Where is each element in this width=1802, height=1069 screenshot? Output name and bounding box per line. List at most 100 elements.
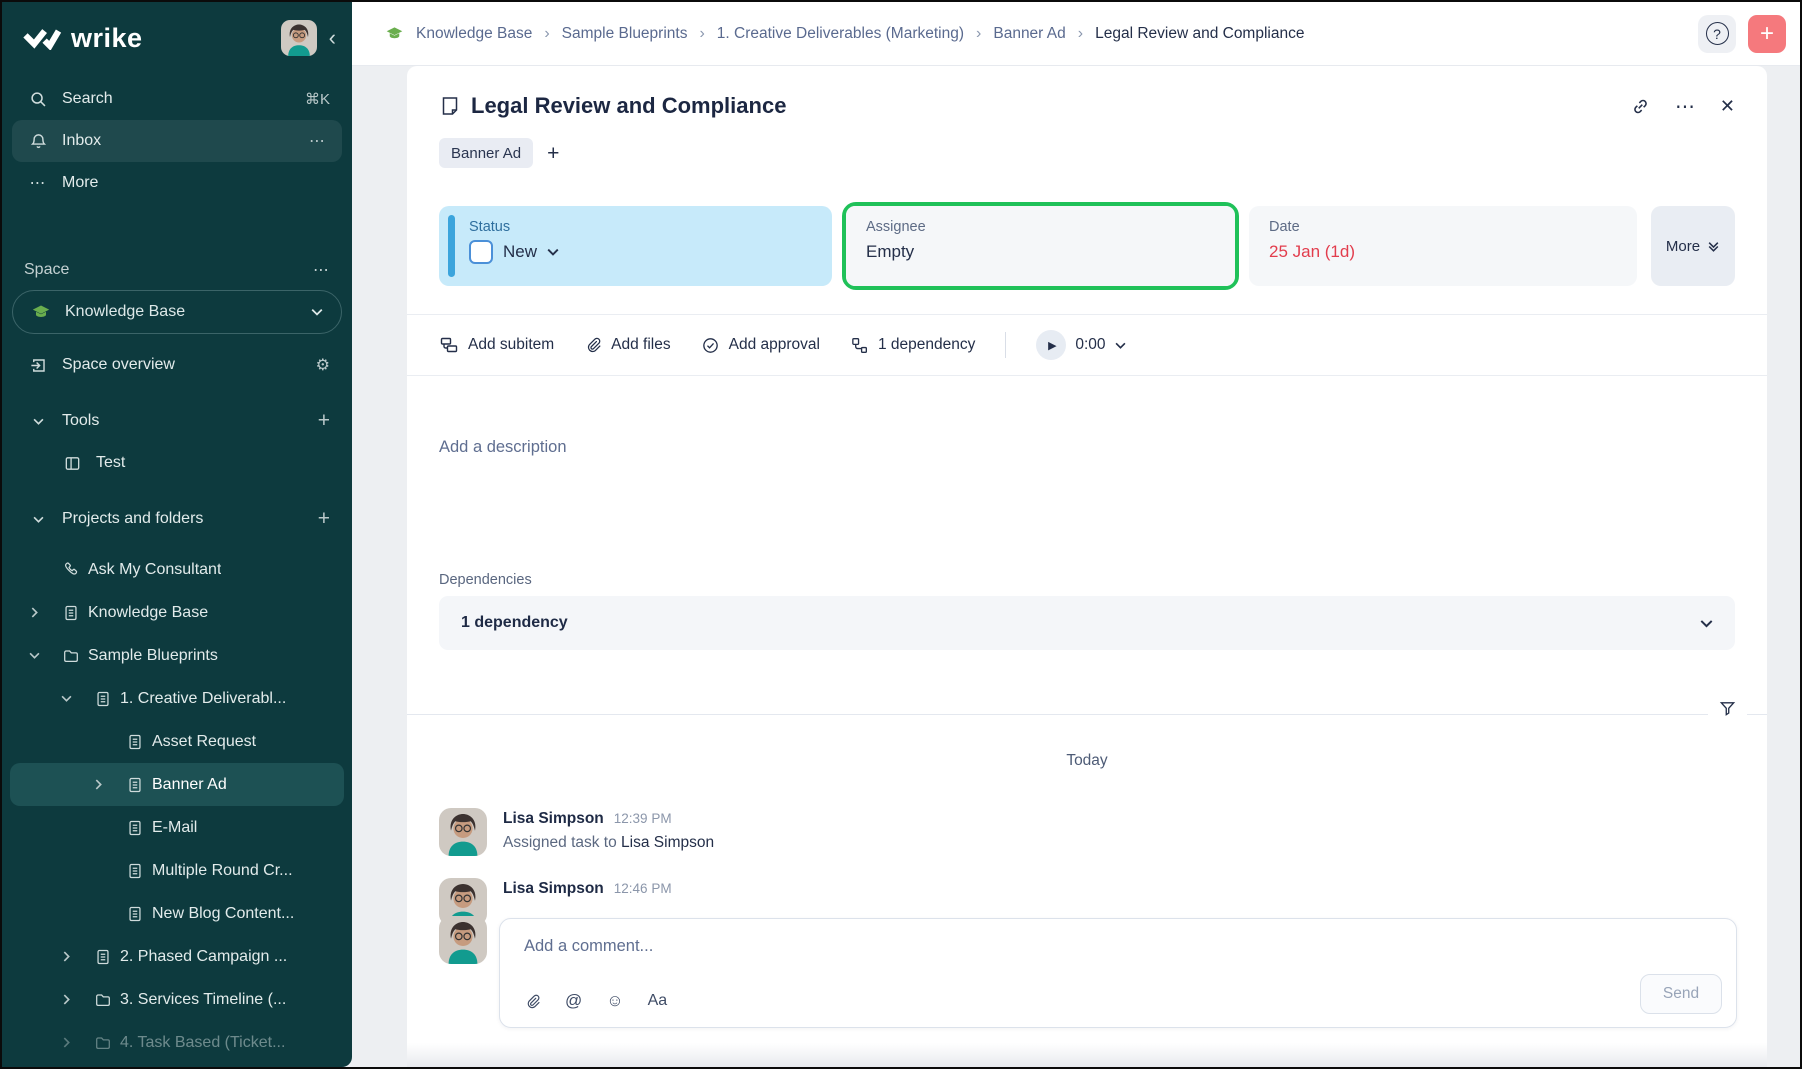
add-subitem-button[interactable]: Add subitem (439, 335, 554, 355)
bottom-fade (407, 1043, 1767, 1067)
user-avatar[interactable] (281, 20, 317, 56)
tag-banner-ad[interactable]: Banner Ad (439, 138, 533, 168)
breadcrumb-item[interactable]: Banner Ad (993, 25, 1065, 43)
more-options-icon[interactable]: ⋯ (1675, 94, 1696, 119)
sidebar-item-creative-deliverables[interactable]: 1. Creative Deliverabl... (2, 677, 352, 720)
add-tag-icon[interactable]: + (547, 143, 559, 164)
add-tool-icon[interactable]: + (318, 409, 330, 433)
breadcrumb-item[interactable]: Sample Blueprints (562, 25, 688, 43)
sidebar-item-email[interactable]: E-Mail (2, 806, 352, 849)
breadcrumb-item[interactable]: 1. Creative Deliverables (Marketing) (717, 25, 964, 43)
chevron-down-icon[interactable] (22, 652, 46, 659)
sidebar-item-services-timeline[interactable]: 3. Services Timeline (... (2, 978, 352, 1021)
chevron-down-icon[interactable] (547, 248, 559, 256)
topbar: Knowledge Base › Sample Blueprints › 1. … (352, 2, 1800, 66)
dependencies-value: 1 dependency (461, 614, 568, 632)
chevron-right-icon[interactable] (54, 951, 78, 962)
paperclip-icon[interactable] (524, 993, 541, 1010)
emoji-icon[interactable]: ☺ (606, 991, 623, 1011)
comment-avatar[interactable] (439, 808, 487, 856)
gear-icon[interactable]: ⚙ (316, 355, 330, 375)
mention-icon[interactable]: @ (565, 991, 582, 1011)
help-button[interactable]: ? (1698, 15, 1736, 53)
send-button[interactable]: Send (1640, 974, 1722, 1014)
breadcrumb-item[interactable]: Knowledge Base (416, 25, 532, 43)
comment-author[interactable]: Lisa Simpson (503, 880, 604, 898)
comment-input-box[interactable]: Add a comment... @ ☺ Aa Send (499, 918, 1737, 1028)
add-approval-label: Add approval (729, 336, 820, 354)
task-fields-row: Status New Assignee Empty Date 25 Jan (1… (439, 206, 1735, 290)
help-icon: ? (1706, 22, 1729, 45)
sidebar-item-asset-request[interactable]: Asset Request (2, 720, 352, 763)
tree-item-label: E-Mail (152, 819, 197, 837)
task-document-icon (439, 95, 461, 117)
activity-comment: Lisa Simpson 12:39 PM Assigned task to L… (439, 808, 1735, 856)
sidebar-item-space-overview[interactable]: Space overview ⚙ (2, 344, 352, 386)
sidebar-item-ask-my-consultant[interactable]: Ask My Consultant (2, 548, 352, 591)
tools-label: Tools (62, 412, 99, 430)
sidebar-item-inbox[interactable]: Inbox ⋯ (12, 120, 342, 162)
filter-icon[interactable] (1708, 699, 1747, 718)
description-placeholder[interactable]: Add a description (439, 438, 1735, 457)
chevron-right-icon[interactable] (54, 1037, 78, 1048)
chevron-right-icon[interactable] (54, 994, 78, 1005)
comment-author[interactable]: Lisa Simpson (503, 810, 604, 828)
folder-icon (60, 647, 82, 665)
add-project-icon[interactable]: + (318, 507, 330, 531)
sidebar-header: wrike ‹ (2, 2, 352, 64)
sidebar-item-phased-campaign[interactable]: 2. Phased Campaign ... (2, 935, 352, 978)
sidebar-item-banner-ad[interactable]: Banner Ad (10, 763, 344, 806)
chevron-down-icon[interactable] (1115, 342, 1126, 349)
avatar-image (281, 20, 317, 56)
status-checkbox[interactable] (469, 240, 493, 264)
status-accent-bar (448, 215, 455, 277)
chevron-right-icon[interactable] (86, 779, 110, 790)
close-icon[interactable]: ✕ (1720, 96, 1735, 117)
more-fields-button[interactable]: More (1651, 206, 1735, 286)
sidebar-item-more[interactable]: ⋯ More (2, 162, 352, 204)
time-tracker[interactable]: ▶ 0:00 (1036, 330, 1125, 360)
sidebar-item-multiple-round[interactable]: Multiple Round Cr... (2, 849, 352, 892)
space-selector[interactable]: Knowledge Base (12, 290, 342, 334)
sidebar-item-knowledge-base[interactable]: Knowledge Base (2, 591, 352, 634)
sidebar-item-search[interactable]: Search ⌘K (2, 78, 352, 120)
chevron-down-icon[interactable] (28, 418, 48, 425)
chevron-down-icon[interactable] (54, 695, 78, 702)
assignee-field-highlight: Assignee Empty (842, 202, 1239, 290)
folder-icon (92, 991, 114, 1009)
tree-item-label: 1. Creative Deliverabl... (120, 690, 286, 708)
add-files-button[interactable]: Add files (584, 336, 670, 354)
sidebar-item-new-blog-content[interactable]: New Blog Content... (2, 892, 352, 935)
sidebar-section-tools[interactable]: Tools + (2, 400, 352, 442)
play-icon[interactable]: ▶ (1036, 330, 1066, 360)
assignee-field[interactable]: Assignee Empty (846, 206, 1235, 286)
comment-time: 12:46 PM (614, 881, 672, 896)
sidebar-item-sample-blueprints[interactable]: Sample Blueprints (2, 634, 352, 677)
chevron-down-icon[interactable] (28, 516, 48, 523)
comment-input-placeholder[interactable]: Add a comment... (524, 937, 1716, 956)
clipboard-icon (92, 948, 114, 966)
dependencies-dropdown[interactable]: 1 dependency (439, 596, 1735, 650)
dependency-label: 1 dependency (878, 336, 975, 354)
sidebar-item-test[interactable]: Test (2, 442, 352, 484)
create-new-button[interactable]: + (1748, 15, 1786, 53)
sidebar: wrike ‹ Search ⌘K Inbox ⋯ ⋯ More Space ⋯ (2, 2, 352, 1067)
comment-body-strong: Lisa Simpson (621, 834, 714, 851)
wrike-logo[interactable]: wrike (22, 23, 143, 54)
space-options-icon[interactable]: ⋯ (313, 260, 330, 280)
collapse-sidebar-icon[interactable]: ‹ (329, 27, 336, 49)
text-format-icon[interactable]: Aa (648, 992, 668, 1010)
status-field[interactable]: Status New (439, 206, 832, 286)
link-icon[interactable] (1630, 96, 1651, 117)
chevron-right-icon[interactable] (22, 607, 46, 618)
inbox-more-icon[interactable]: ⋯ (309, 131, 326, 151)
clipboard-icon (124, 862, 146, 880)
tree-item-label: Banner Ad (152, 776, 227, 794)
sidebar-item-task-based[interactable]: 4. Task Based (Ticket... (2, 1021, 352, 1064)
test-label: Test (96, 454, 125, 472)
add-approval-button[interactable]: Add approval (701, 336, 820, 355)
dependency-button[interactable]: 1 dependency (850, 336, 975, 355)
clipboard-icon (124, 819, 146, 837)
date-field[interactable]: Date 25 Jan (1d) (1249, 206, 1637, 286)
sidebar-section-projects[interactable]: Projects and folders + (2, 498, 352, 540)
